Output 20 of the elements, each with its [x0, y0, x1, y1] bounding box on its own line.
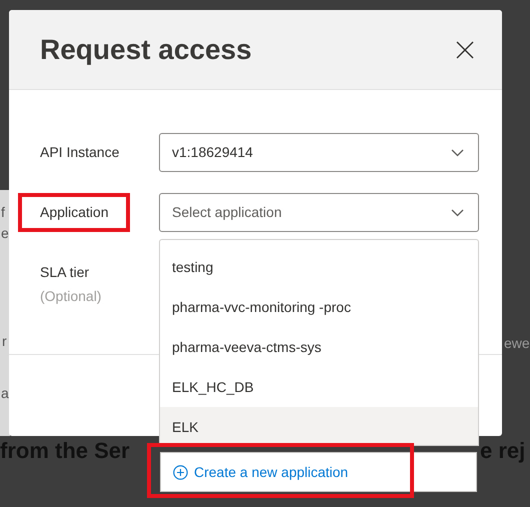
- create-application-button[interactable]: Create a new application: [160, 452, 477, 492]
- optional-hint: (Optional): [40, 287, 102, 306]
- dialog-title: Request access: [40, 32, 252, 67]
- dropdown-option[interactable]: ELK: [160, 407, 478, 445]
- page-text: e: [1, 226, 9, 240]
- page-text: ewe: [504, 336, 530, 350]
- page-text: a: [1, 386, 9, 400]
- chevron-down-icon: [451, 148, 464, 156]
- select-placeholder: Select application: [172, 203, 282, 222]
- select-value: v1:18629414: [172, 143, 253, 162]
- page-text: f: [1, 205, 5, 219]
- select-field[interactable]: Select application: [159, 193, 479, 232]
- field-label: API Instance: [40, 143, 120, 162]
- field-label: Application: [40, 203, 110, 222]
- select-field[interactable]: v1:18629414: [159, 133, 479, 172]
- field-label: SLA tier: [40, 263, 90, 282]
- page-text: r: [2, 334, 7, 348]
- plus-circle-icon: [173, 464, 188, 480]
- chevron-down-icon: [451, 208, 464, 216]
- close-icon: [456, 40, 474, 58]
